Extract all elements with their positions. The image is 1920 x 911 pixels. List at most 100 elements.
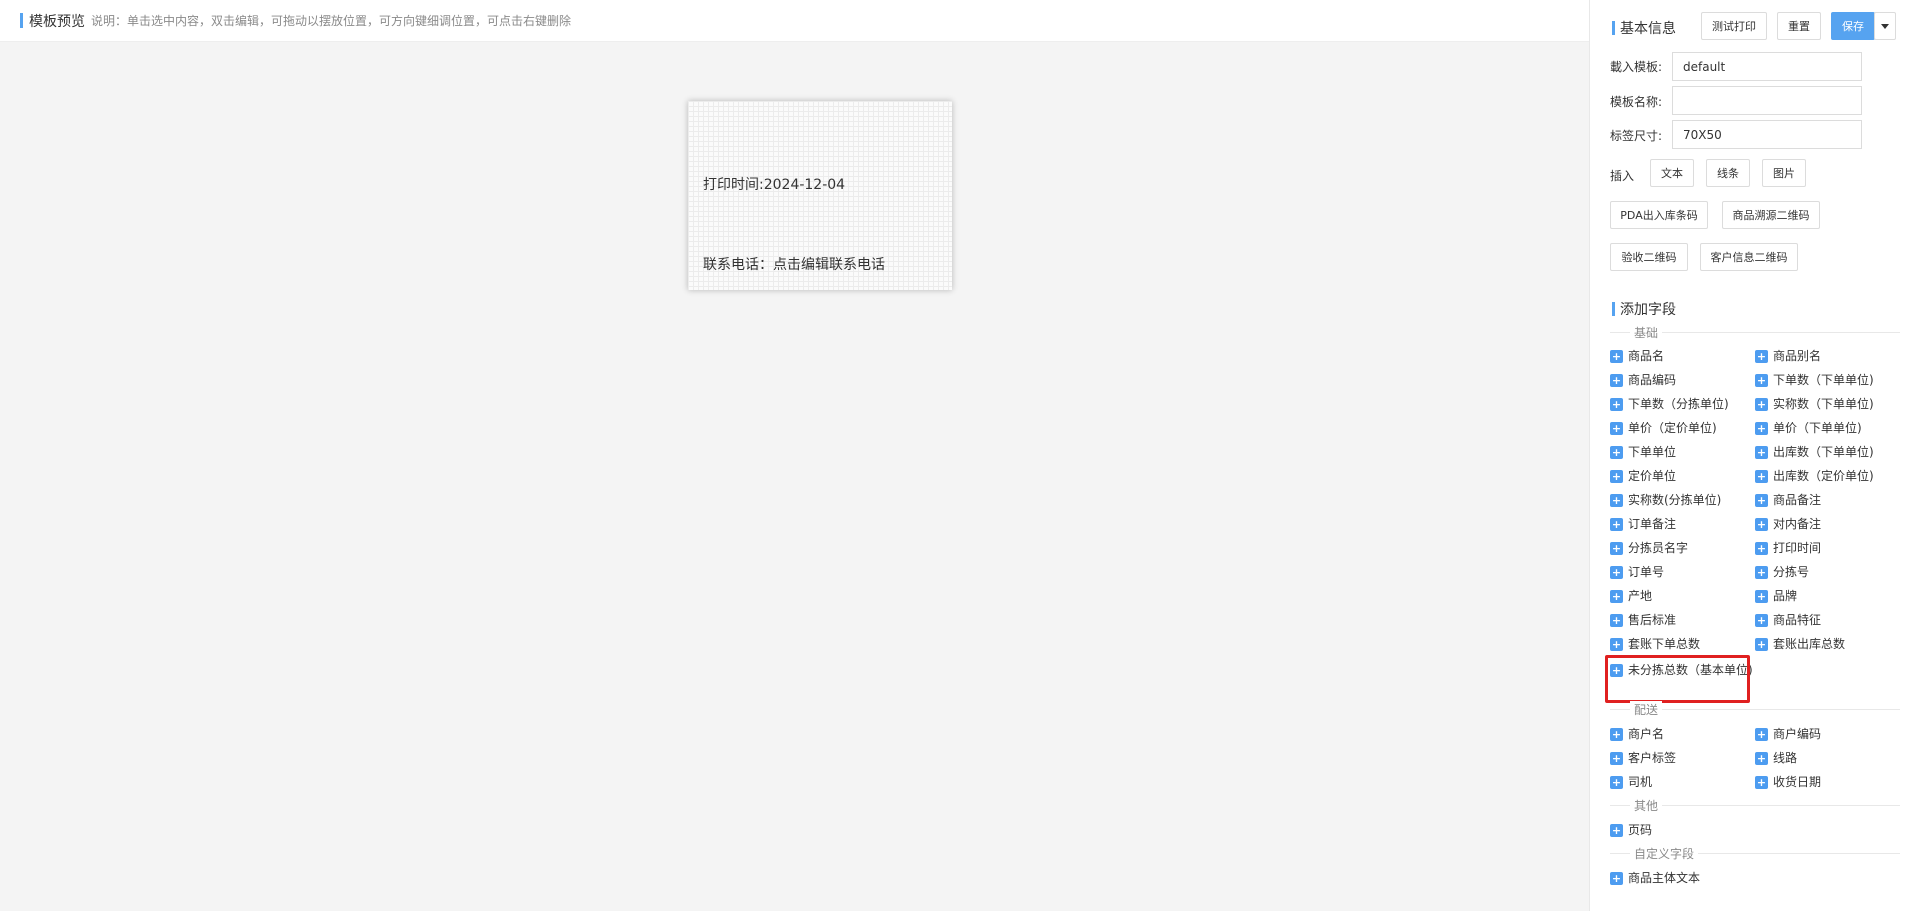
field-label: 商品编码	[1628, 373, 1677, 387]
add-field-item[interactable]: + 商户名	[1610, 726, 1664, 743]
add-field-item[interactable]: + 商品备注	[1755, 492, 1821, 509]
add-field-item[interactable]: + 出库数（下单单位)	[1755, 444, 1874, 461]
field-label: 分拣员名字	[1628, 541, 1689, 555]
add-field-item[interactable]: + 下单单位	[1610, 444, 1676, 461]
reset-button[interactable]: 重置	[1777, 12, 1821, 40]
group-label-delivery: 配送	[1630, 701, 1663, 718]
insert-line-button[interactable]: 线条	[1706, 159, 1750, 187]
add-field-item[interactable]: + 打印时间	[1755, 540, 1821, 557]
chevron-down-icon	[1881, 23, 1889, 29]
plus-icon: +	[1610, 752, 1623, 765]
field-label: 客户标签	[1628, 751, 1677, 765]
accept-qr-button[interactable]: 验收二维码	[1610, 243, 1688, 271]
field-label: 商户名	[1628, 727, 1665, 741]
add-field-item[interactable]: + 单价（下单单位)	[1755, 420, 1862, 437]
customer-qr-button[interactable]: 客户信息二维码	[1700, 243, 1798, 271]
label-size-label: 标签尺寸:	[1610, 129, 1663, 143]
add-field-item[interactable]: + 售后标准	[1610, 612, 1676, 629]
field-label: 单价（定价单位)	[1628, 421, 1717, 435]
field-label: 打印时间	[1773, 541, 1822, 555]
plus-icon: +	[1610, 566, 1623, 579]
add-field-item[interactable]: + 客户标签	[1610, 750, 1676, 767]
add-field-item[interactable]: + 实称数（下单单位)	[1755, 396, 1874, 413]
label-size-input[interactable]	[1672, 120, 1862, 149]
preview-instructions: 说明：单击选中内容，双击编辑，可拖动以摆放位置，可方向键细调位置，可点击右键删除	[91, 14, 572, 28]
add-field-item[interactable]: + 商品名	[1610, 348, 1664, 365]
test-print-button[interactable]: 测试打印	[1701, 12, 1767, 40]
add-fields-title: 添加字段	[1620, 302, 1676, 318]
plus-icon: +	[1610, 728, 1623, 741]
add-field-item[interactable]: + 商品编码	[1610, 372, 1676, 389]
field-label: 商品名	[1628, 349, 1665, 363]
plus-icon: +	[1755, 614, 1768, 627]
plus-icon: +	[1610, 614, 1623, 627]
plus-icon: +	[1610, 824, 1623, 837]
trace-qr-button[interactable]: 商品溯源二维码	[1722, 201, 1820, 229]
add-field-item[interactable]: + 分拣员名字	[1610, 540, 1688, 557]
plus-icon: +	[1610, 518, 1623, 531]
field-label: 商品特征	[1773, 613, 1822, 627]
add-field-item[interactable]: + 司机	[1610, 774, 1652, 791]
group-label-other: 其他	[1630, 797, 1663, 814]
field-label: 司机	[1628, 775, 1653, 789]
field-label: 商户编码	[1773, 727, 1822, 741]
add-field-item[interactable]: + 订单备注	[1610, 516, 1676, 533]
print-time-text[interactable]: 打印时间:2024-12-04	[703, 174, 845, 194]
plus-icon: +	[1755, 374, 1768, 387]
plus-icon: +	[1755, 422, 1768, 435]
template-name-input[interactable]	[1672, 86, 1862, 115]
plus-icon: +	[1610, 350, 1623, 363]
field-label: 商品别名	[1773, 349, 1822, 363]
add-field-item[interactable]: + 产地	[1610, 588, 1652, 605]
add-field-item[interactable]: + 品牌	[1755, 588, 1797, 605]
highlight-box	[1605, 655, 1750, 703]
add-field-item[interactable]: + 下单数（下单单位)	[1755, 372, 1874, 389]
field-label: 分拣号	[1773, 565, 1810, 579]
add-fields-heading: 添加字段	[1612, 299, 1676, 319]
add-field-item[interactable]: + 实称数(分拣单位)	[1610, 492, 1721, 509]
pda-barcode-button[interactable]: PDA出入库条码	[1610, 201, 1708, 229]
plus-icon: +	[1610, 590, 1623, 603]
add-field-item[interactable]: + 出库数（定价单位)	[1755, 468, 1874, 485]
contact-phone-text[interactable]: 联系电话：点击编辑联系电话	[703, 254, 885, 274]
template-name-label: 模板名称:	[1610, 95, 1663, 109]
add-field-item[interactable]: + 收货日期	[1755, 774, 1821, 791]
add-field-item[interactable]: + 页码	[1610, 822, 1652, 839]
group-label-basic: 基础	[1630, 324, 1663, 341]
field-label: 订单备注	[1628, 517, 1677, 531]
add-field-item[interactable]: + 商品特征	[1755, 612, 1821, 629]
add-field-item[interactable]: + 商户编码	[1755, 726, 1821, 743]
add-field-item[interactable]: + 定价单位	[1610, 468, 1676, 485]
save-button[interactable]: 保存	[1831, 12, 1875, 40]
field-label: 商品主体文本	[1628, 871, 1701, 885]
plus-icon: +	[1610, 374, 1623, 387]
field-label: 下单单位	[1628, 445, 1677, 459]
add-field-item[interactable]: + 线路	[1755, 750, 1797, 767]
plus-icon: +	[1755, 590, 1768, 603]
insert-image-button[interactable]: 图片	[1762, 159, 1806, 187]
plus-icon: +	[1610, 398, 1623, 411]
template-preview-area: 模板预览 说明：单击选中内容，双击编辑，可拖动以摆放位置，可方向键细调位置，可点…	[0, 0, 1589, 911]
plus-icon: +	[1610, 446, 1623, 459]
field-label: 实称数(分拣单位)	[1628, 493, 1722, 507]
field-label: 页码	[1628, 823, 1653, 837]
save-dropdown-button[interactable]	[1874, 12, 1896, 40]
plus-icon: +	[1755, 752, 1768, 765]
add-field-item[interactable]: + 套账下单总数	[1610, 636, 1700, 653]
plus-icon: +	[1610, 638, 1623, 651]
add-field-item[interactable]: + 套账出库总数	[1755, 636, 1845, 653]
add-field-item[interactable]: + 下单数（分拣单位)	[1610, 396, 1729, 413]
label-canvas[interactable]: 打印时间:2024-12-04 联系电话：点击编辑联系电话	[688, 101, 952, 290]
add-field-item[interactable]: + 单价（定价单位)	[1610, 420, 1717, 437]
field-label: 订单号	[1628, 565, 1665, 579]
plus-icon: +	[1755, 728, 1768, 741]
add-field-item[interactable]: + 分拣号	[1755, 564, 1809, 581]
add-field-item[interactable]: + 订单号	[1610, 564, 1664, 581]
plus-icon: +	[1755, 542, 1768, 555]
load-template-input[interactable]	[1672, 52, 1862, 81]
add-field-item[interactable]: + 商品别名	[1755, 348, 1821, 365]
insert-text-button[interactable]: 文本	[1650, 159, 1694, 187]
add-field-item[interactable]: + 商品主体文本	[1610, 870, 1700, 887]
plus-icon: +	[1755, 518, 1768, 531]
add-field-item[interactable]: + 对内备注	[1755, 516, 1821, 533]
